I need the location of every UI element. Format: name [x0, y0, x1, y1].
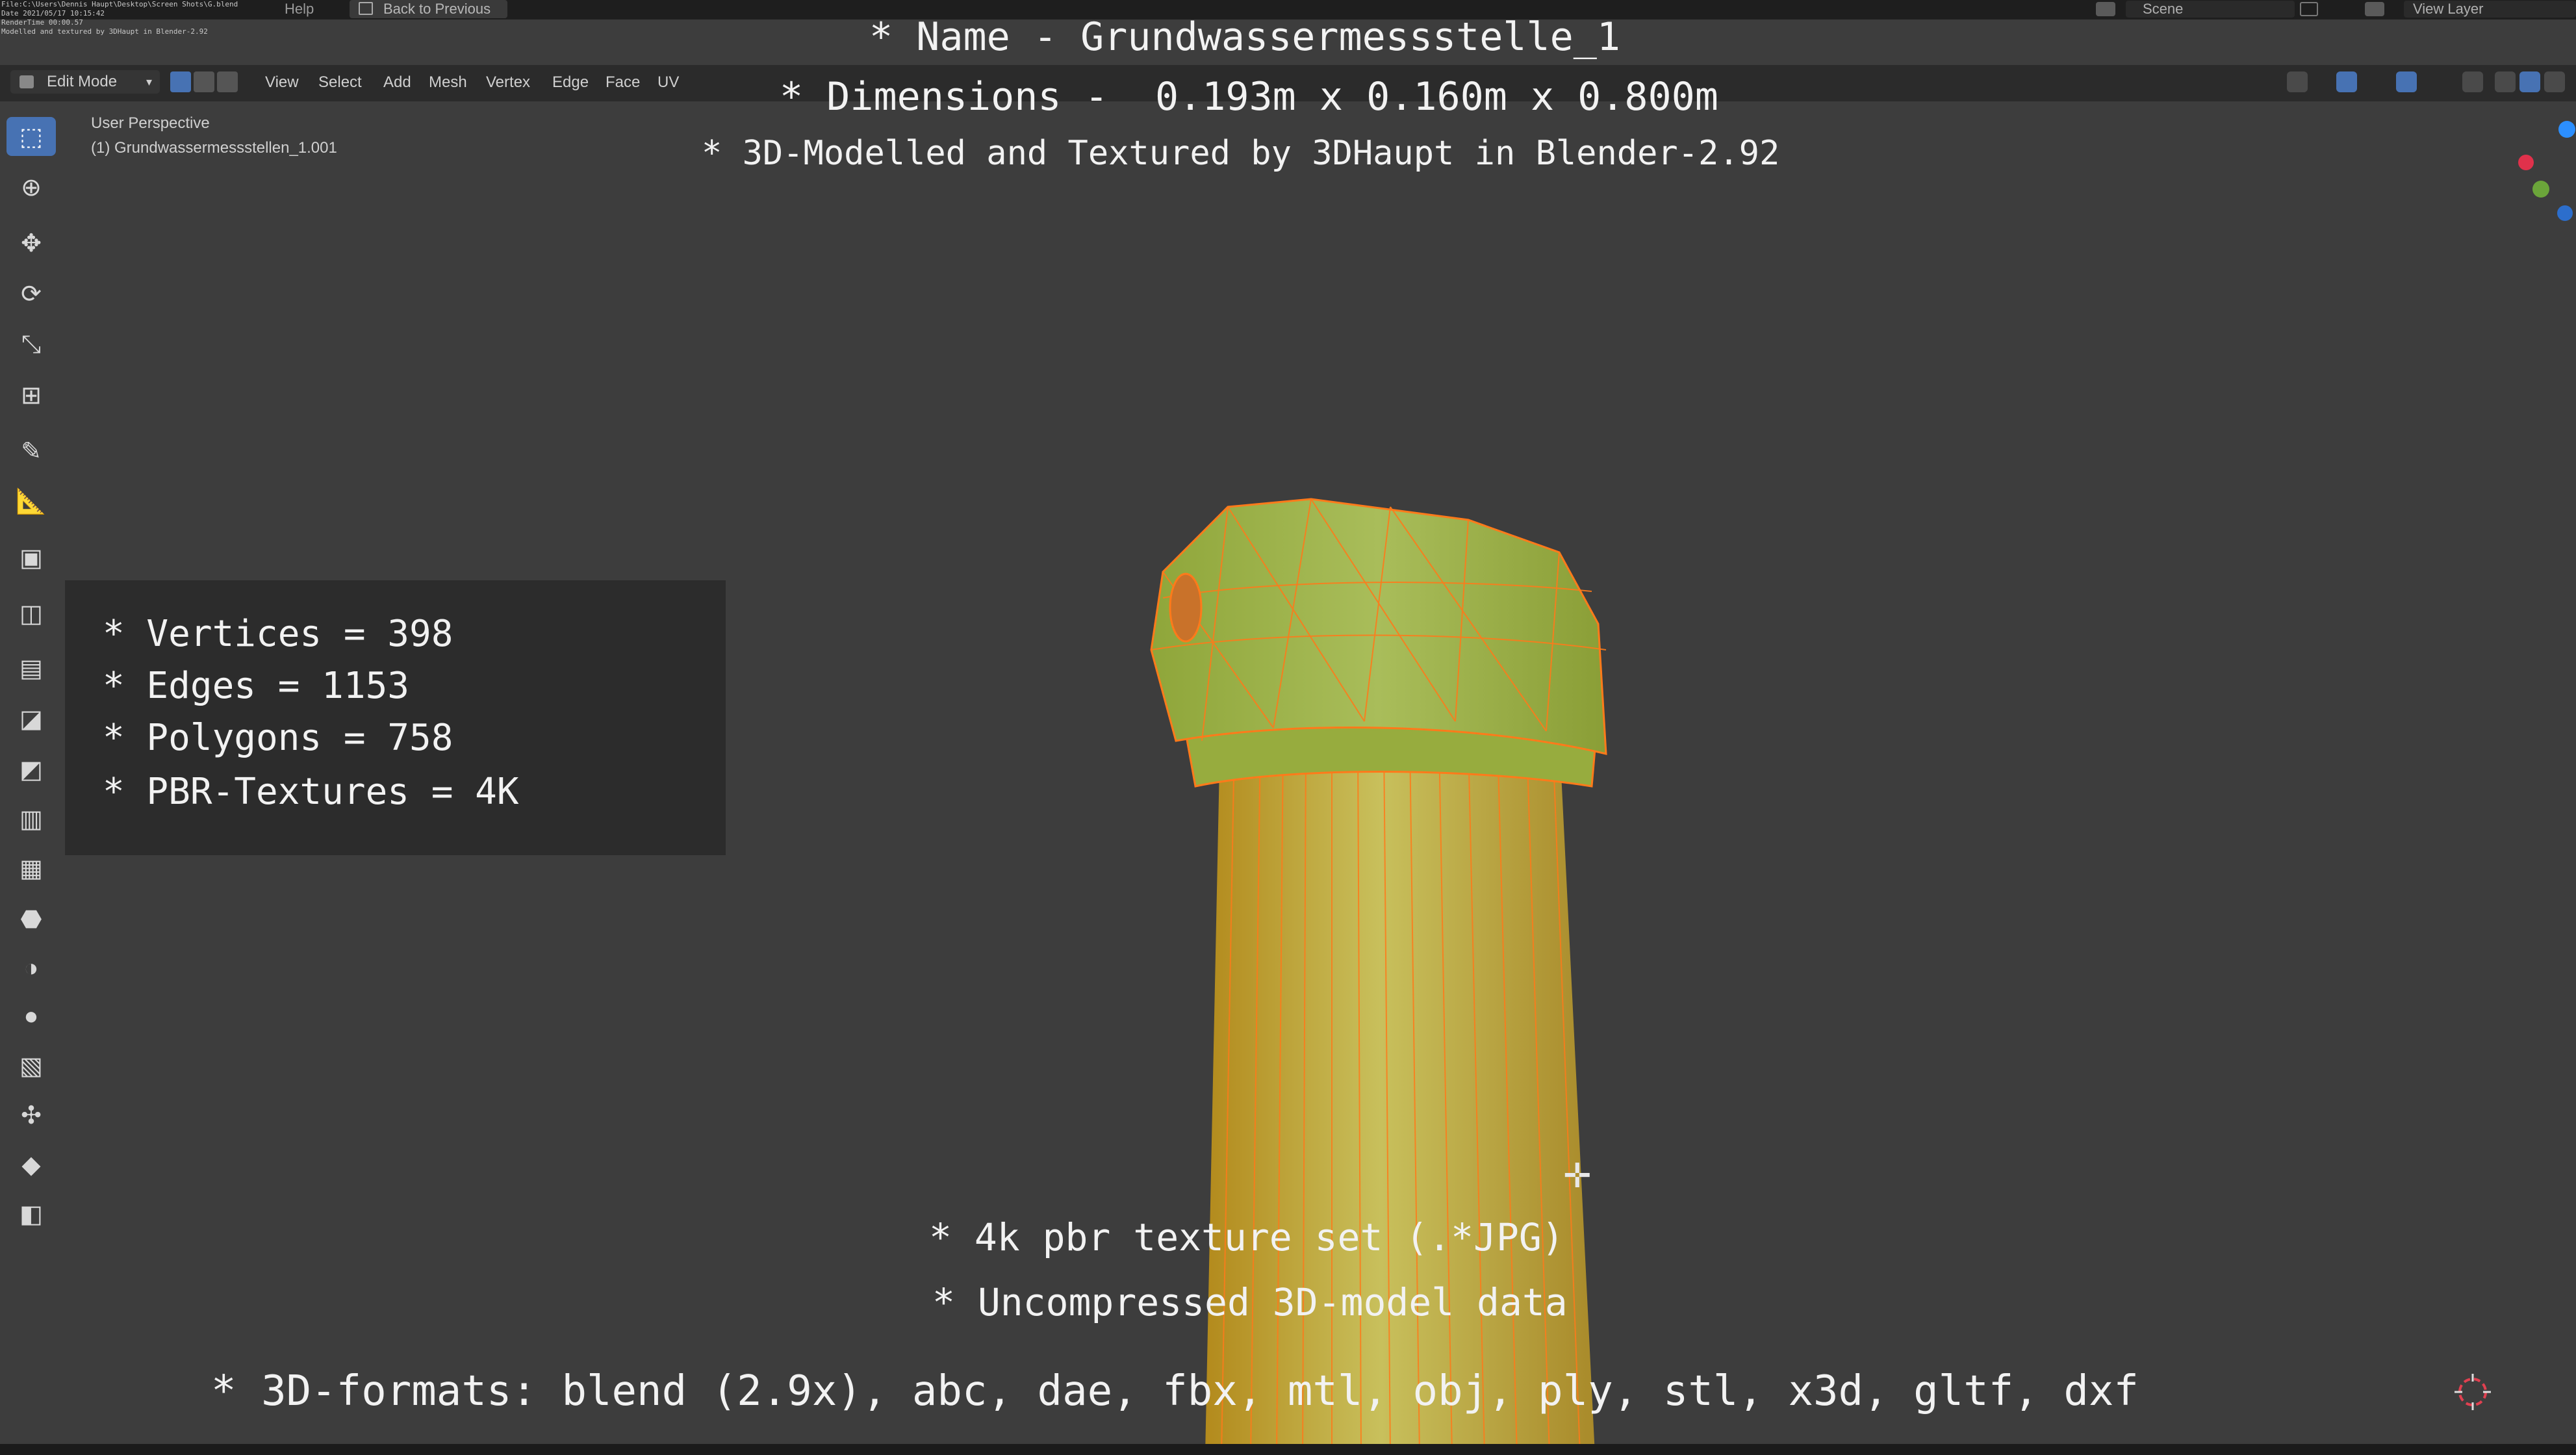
scene-icon[interactable] [2096, 2, 2115, 16]
poly-build-icon[interactable]: ▦ [6, 849, 56, 888]
help-menu[interactable]: Help [285, 1, 314, 18]
overlay-toggle-icon[interactable] [2396, 71, 2417, 92]
mode-dropdown[interactable]: Edit Mode ▾ [10, 70, 160, 94]
screen-icon [359, 2, 373, 15]
rip-icon[interactable]: ◆ [6, 1145, 56, 1184]
shrink-icon[interactable]: ▧ [6, 1046, 56, 1085]
credit-line: * 3D-Modelled and Textured by 3DHaupt in… [702, 134, 1780, 173]
measure-icon[interactable]: 📐 [6, 482, 56, 521]
gizmo-y-axis[interactable] [2532, 181, 2549, 198]
cursor-icon[interactable]: ⊕ [6, 168, 56, 207]
menu-vertex[interactable]: Vertex [486, 73, 530, 92]
scale-icon[interactable]: ⤡ [6, 325, 56, 364]
stat-polygons: * Polygons = 758 [103, 717, 453, 759]
object-label: (1) Grundwassermessstellen_1.001 [91, 139, 337, 157]
gizmo-x-axis[interactable] [2518, 155, 2534, 170]
bevel-icon[interactable]: ◪ [6, 699, 56, 738]
edit-mode-icon [19, 75, 34, 88]
knife-icon[interactable]: ▥ [6, 799, 56, 838]
gizmo-neg-z-axis[interactable] [2557, 205, 2573, 221]
model-name-line: * Name - Grundwassermessstelle_1 [869, 14, 1620, 60]
menu-face[interactable]: Face [606, 73, 640, 92]
move-icon[interactable]: ✥ [6, 224, 56, 263]
stat-vertices: * Vertices = 398 [103, 613, 453, 655]
shear-icon[interactable]: ✣ [6, 1096, 56, 1135]
face-select-button[interactable] [217, 71, 238, 92]
visibility-icon[interactable] [2287, 71, 2308, 92]
menu-uv[interactable]: UV [657, 73, 679, 92]
transform-icon[interactable]: ⊞ [6, 376, 56, 415]
menu-edge[interactable]: Edge [552, 73, 589, 92]
3d-cursor-icon [2455, 1374, 2491, 1410]
menu-add[interactable]: Add [383, 73, 411, 92]
texture-line: * 4k pbr texture set (.*JPG) [929, 1215, 1564, 1259]
annotate-icon[interactable]: ✎ [6, 431, 56, 470]
render-info: File:C:\Users\Dennis Haupt\Desktop\Scree… [1, 0, 238, 36]
material-shading-icon[interactable] [2544, 71, 2565, 92]
menu-mesh[interactable]: Mesh [429, 73, 467, 92]
dimensions-line: * Dimensions - 0.193m x 0.160m x 0.800m [780, 74, 1718, 120]
select-icon[interactable]: ⬚ [6, 117, 56, 156]
smooth-icon[interactable]: ◑ [6, 949, 56, 988]
status-bar [0, 1444, 2576, 1455]
chevron-down-icon: ▾ [146, 75, 152, 88]
loop-cut-icon[interactable]: ◩ [6, 750, 56, 789]
menu-select[interactable]: Select [318, 73, 362, 92]
mouse-cursor: ✛ [1563, 1157, 1592, 1195]
inset-icon[interactable]: ▤ [6, 649, 56, 688]
gizmo-z-axis[interactable] [2558, 121, 2575, 138]
view-layer-icon[interactable] [2365, 2, 2384, 16]
wireframe-shading-icon[interactable] [2495, 71, 2516, 92]
xray-icon[interactable] [2462, 71, 2483, 92]
formats-line: * 3D-formats: blend (2.9x), abc, dae, fb… [211, 1367, 2139, 1415]
edge-slide-icon[interactable]: ● [6, 997, 56, 1036]
gizmo-toggle-icon[interactable] [2336, 71, 2357, 92]
edge-select-button[interactable] [194, 71, 214, 92]
perspective-label: User Perspective [91, 114, 210, 132]
solid-shading-icon[interactable] [2519, 71, 2540, 92]
stat-edges: * Edges = 1153 [103, 665, 410, 707]
extrude-icon[interactable]: ◫ [6, 594, 56, 633]
add-cube-icon[interactable]: ▣ [6, 538, 56, 577]
scene-selector[interactable]: Scene [2126, 1, 2295, 18]
rotate-icon[interactable]: ⟳ [6, 274, 56, 313]
view-layer-selector[interactable]: View Layer [2404, 1, 2576, 18]
rip-edge-icon[interactable]: ◧ [6, 1194, 56, 1233]
menu-view[interactable]: View [265, 73, 299, 92]
new-scene-icon[interactable] [2300, 2, 2318, 16]
uncompressed-line: * Uncompressed 3D-model data [932, 1280, 1568, 1324]
spin-icon[interactable]: ⬣ [6, 899, 56, 938]
stat-textures: * PBR-Textures = 4K [103, 771, 519, 813]
vertex-select-button[interactable] [170, 71, 191, 92]
back-to-previous-button[interactable]: Back to Previous [350, 0, 507, 18]
